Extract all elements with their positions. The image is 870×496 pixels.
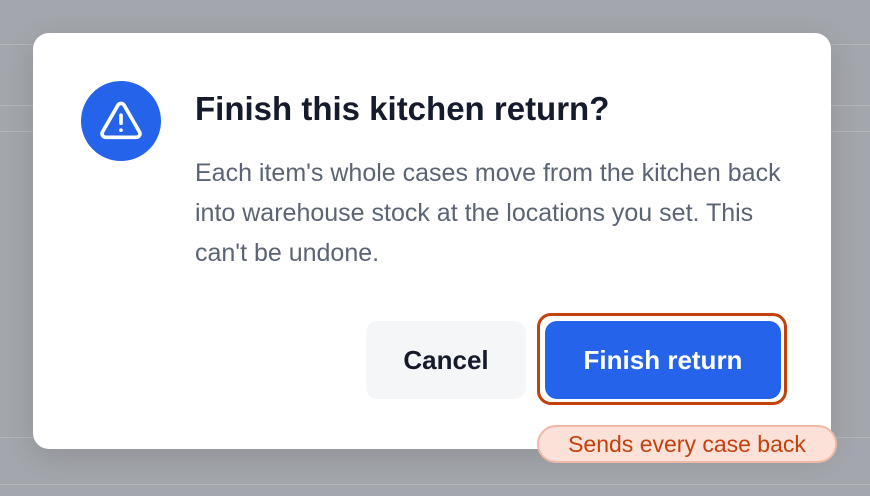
- warning-triangle-icon: [81, 81, 161, 161]
- cancel-button[interactable]: Cancel: [366, 321, 526, 399]
- hint-badge: Sends every case back: [537, 425, 837, 463]
- finish-return-button[interactable]: Finish return: [545, 321, 781, 399]
- confirm-dialog: Finish this kitchen return? Each item's …: [33, 33, 831, 449]
- dialog-title: Finish this kitchen return?: [195, 90, 610, 127]
- background-divider: [0, 484, 870, 485]
- dialog-message: Each item's whole cases move from the ki…: [195, 159, 781, 267]
